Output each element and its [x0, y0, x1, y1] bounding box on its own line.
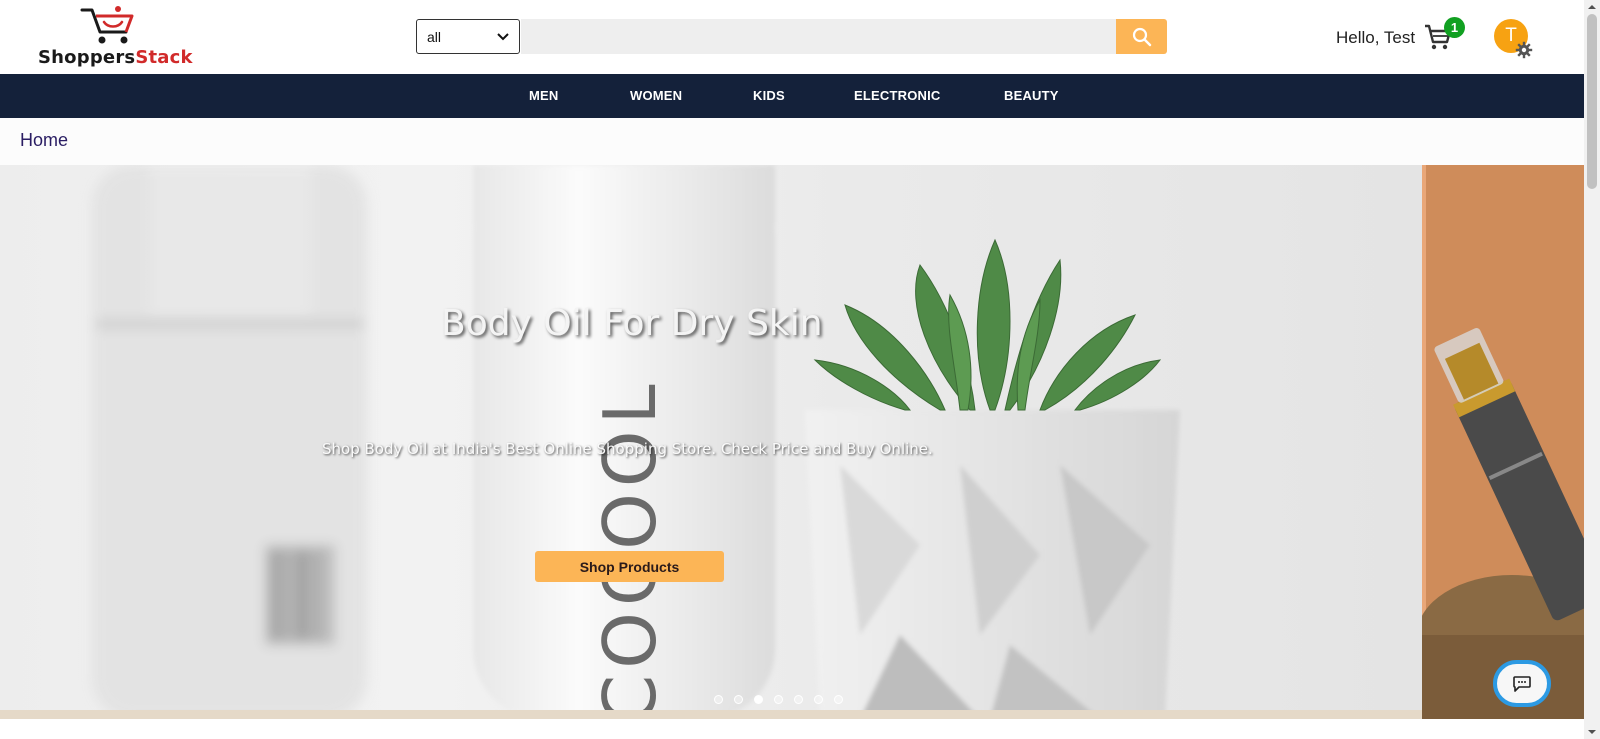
category-select[interactable]: all [416, 19, 520, 54]
search-input[interactable] [521, 19, 1117, 54]
nav-item-kids[interactable]: KIDS [753, 74, 785, 118]
nav-item-electronic[interactable]: ELECTRONIC [854, 74, 941, 118]
hero-subtitle: Shop Body Oil at India's Best Online Sho… [322, 440, 933, 458]
shop-products-button[interactable]: Shop Products [535, 551, 724, 582]
brand-logo[interactable]: ShoppersStack [38, 2, 198, 70]
hero-title: Body Oil For Dry Skin [441, 303, 823, 344]
carousel-dot[interactable] [834, 695, 843, 704]
next-slide-preview [1422, 165, 1584, 719]
top-header: ShoppersStack all Hello, Test 1 T [0, 0, 1584, 74]
bottle-brand-text: COCOOL [588, 378, 672, 719]
chat-button[interactable] [1493, 660, 1551, 707]
hero-carousel[interactable]: COCOOL Body Oil For Dry Skin Shop Body O… [0, 165, 1422, 719]
chat-icon [1513, 675, 1531, 692]
scroll-down-arrow-icon[interactable] [1587, 727, 1597, 737]
search-button[interactable] [1116, 19, 1167, 54]
nav-item-beauty[interactable]: BEAUTY [1004, 74, 1059, 118]
page: ShoppersStack all Hello, Test 1 T MEN WO… [0, 0, 1600, 739]
carousel-dot-active[interactable] [754, 695, 763, 704]
nav-item-women[interactable]: WOMEN [630, 74, 682, 118]
chevron-down-icon [497, 32, 509, 40]
carousel-dot[interactable] [814, 695, 823, 704]
main-nav: MEN WOMEN KIDS ELECTRONIC BEAUTY [0, 74, 1584, 118]
carousel-dot[interactable] [714, 695, 723, 704]
carousel-dot[interactable] [794, 695, 803, 704]
scrollbar-thumb[interactable] [1587, 14, 1597, 189]
carousel-indicators [714, 695, 843, 704]
cart-count-badge: 1 [1444, 17, 1465, 38]
breadcrumb: Home [0, 118, 1584, 165]
carousel-dot[interactable] [734, 695, 743, 704]
user-greeting: Hello, Test [1336, 28, 1416, 47]
brand-name: ShoppersStack [38, 47, 193, 68]
category-select-value: all [427, 28, 442, 45]
carousel-dot[interactable] [774, 695, 783, 704]
nav-item-men[interactable]: MEN [529, 74, 559, 118]
search-icon [1132, 27, 1151, 46]
shopping-cart-logo-icon [80, 6, 134, 44]
account-settings-button[interactable] [1515, 41, 1533, 59]
next-slide-image [1422, 165, 1584, 719]
gear-icon [1515, 41, 1533, 59]
scroll-up-arrow-icon[interactable] [1587, 2, 1597, 12]
breadcrumb-home[interactable]: Home [20, 130, 68, 151]
